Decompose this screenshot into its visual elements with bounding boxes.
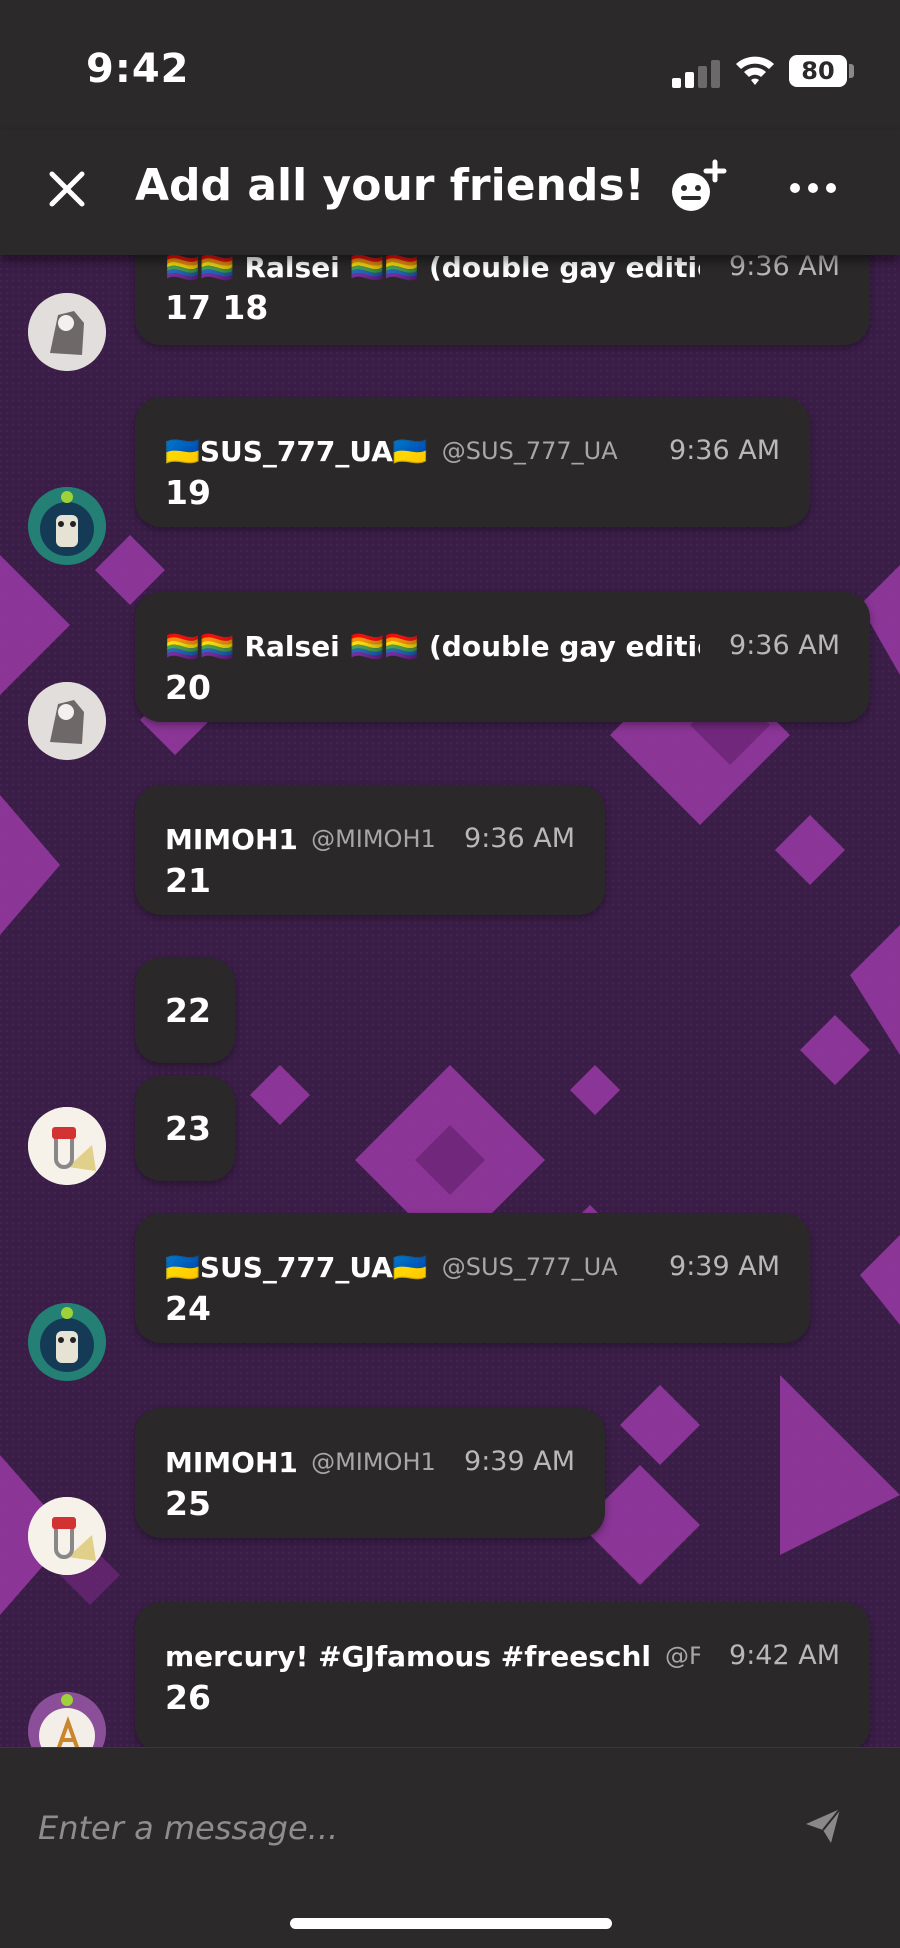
message-handle: @MIMOH1 xyxy=(311,825,435,853)
sus-avatar[interactable] xyxy=(28,1303,106,1381)
message-time: 9:39 AM xyxy=(657,1249,780,1285)
message-header: MIMOH1 @MIMOH1 xyxy=(165,821,435,857)
message-author[interactable]: MIMOH1 xyxy=(165,1446,297,1479)
chat-header: Add all your friends! xyxy=(0,130,900,255)
add-member-icon[interactable] xyxy=(667,158,731,218)
message-composer xyxy=(0,1747,900,1948)
message-header: 🇺🇦SUS_777_UA🇺🇦 @SUS_777_UA xyxy=(165,433,640,469)
message-bubble[interactable]: 🏳️‍🌈🏳️‍🌈 Ralsei 🏳️‍🌈🏳️‍🌈 (double gay edi… xyxy=(135,255,870,345)
message-handle: @F xyxy=(665,1642,700,1670)
wifi-icon xyxy=(736,56,774,85)
message-author[interactable]: 🏳️‍🌈🏳️‍🌈 Ralsei 🏳️‍🌈🏳️‍🌈 (double gay edi… xyxy=(165,255,700,284)
signal-icon xyxy=(672,60,720,88)
message-header: 🏳️‍🌈🏳️‍🌈 Ralsei 🏳️‍🌈🏳️‍🌈 (double gay edi… xyxy=(165,255,700,285)
more-icon[interactable] xyxy=(788,180,838,196)
message-text: 17 18 xyxy=(165,288,269,327)
message-bubble[interactable]: MIMOH1 @MIMOH1 9:36 AM 21 xyxy=(135,785,605,915)
message-bubble[interactable]: mercury! #GJfamous #freeschlep @F 9:42 A… xyxy=(135,1602,870,1747)
message-text: 22 xyxy=(165,991,211,1030)
message-author[interactable]: mercury! #GJfamous #freeschlep xyxy=(165,1640,651,1673)
message-input[interactable] xyxy=(38,1798,778,1858)
message-header: MIMOH1 @MIMOH1 xyxy=(165,1444,435,1480)
home-indicator xyxy=(290,1918,612,1929)
mimoh-avatar[interactable] xyxy=(28,1497,106,1575)
message-author[interactable]: MIMOH1 xyxy=(165,823,297,856)
ralsei-avatar[interactable] xyxy=(28,682,106,760)
sus-avatar[interactable] xyxy=(28,487,106,565)
message-text: 24 xyxy=(165,1289,211,1328)
message-time: 9:42 AM xyxy=(717,1638,840,1674)
message-bubble[interactable]: 23 xyxy=(135,1076,235,1181)
message-time: 9:36 AM xyxy=(657,433,780,469)
message-handle: @SUS_777_UA xyxy=(441,437,618,465)
ralsei-avatar[interactable] xyxy=(28,293,106,371)
status-bar: 9:42 80 xyxy=(0,0,900,130)
message-bubble[interactable]: 🇺🇦SUS_777_UA🇺🇦 @SUS_777_UA 9:36 AM 19 xyxy=(135,397,810,527)
message-author[interactable]: 🏳️‍🌈🏳️‍🌈 Ralsei 🏳️‍🌈🏳️‍🌈 (double gay edi… xyxy=(165,630,700,663)
message-author[interactable]: 🇺🇦SUS_777_UA🇺🇦 xyxy=(165,1251,428,1284)
message-bubble[interactable]: 🏳️‍🌈🏳️‍🌈 Ralsei 🏳️‍🌈🏳️‍🌈 (double gay edi… xyxy=(135,592,870,722)
close-icon[interactable] xyxy=(44,166,90,212)
send-icon[interactable] xyxy=(803,1806,843,1846)
message-text: 19 xyxy=(165,473,211,512)
message-time: 9:39 AM xyxy=(452,1444,575,1480)
message-text: 21 xyxy=(165,861,211,900)
message-text: 23 xyxy=(165,1109,211,1148)
message-author[interactable]: 🇺🇦SUS_777_UA🇺🇦 xyxy=(165,435,428,468)
battery-tip xyxy=(849,64,854,78)
message-bubble[interactable]: 🇺🇦SUS_777_UA🇺🇦 @SUS_777_UA 9:39 AM 24 xyxy=(135,1213,810,1343)
message-list[interactable]: 🏳️‍🌈🏳️‍🌈 Ralsei 🏳️‍🌈🏳️‍🌈 (double gay edi… xyxy=(0,255,900,1747)
message-time: 9:36 AM xyxy=(717,255,840,285)
message-time: 9:36 AM xyxy=(452,821,575,857)
battery-icon: 80 xyxy=(789,55,847,87)
message-text: 26 xyxy=(165,1678,211,1717)
message-bubble[interactable]: MIMOH1 @MIMOH1 9:39 AM 25 xyxy=(135,1408,605,1538)
mimoh-avatar[interactable] xyxy=(28,1107,106,1185)
status-time: 9:42 xyxy=(86,46,190,92)
message-header: mercury! #GJfamous #freeschlep @F xyxy=(165,1638,700,1674)
message-header: 🏳️‍🌈🏳️‍🌈 Ralsei 🏳️‍🌈🏳️‍🌈 (double gay edi… xyxy=(165,628,700,664)
message-text: 20 xyxy=(165,668,211,707)
message-time: 9:36 AM xyxy=(717,628,840,664)
chat-title: Add all your friends! xyxy=(135,160,645,211)
message-text: 25 xyxy=(165,1484,211,1523)
message-handle: @MIMOH1 xyxy=(311,1448,435,1476)
message-handle: @SUS_777_UA xyxy=(441,1253,618,1281)
message-header: 🇺🇦SUS_777_UA🇺🇦 @SUS_777_UA xyxy=(165,1249,640,1285)
message-bubble[interactable]: 22 xyxy=(135,958,235,1063)
